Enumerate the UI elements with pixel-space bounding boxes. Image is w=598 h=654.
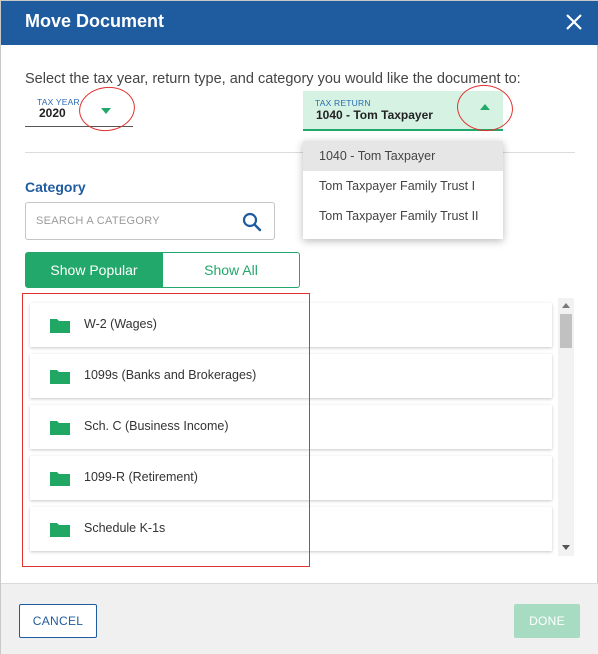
category-search-box (25, 202, 275, 240)
list-item[interactable]: 1099s (Banks and Brokerages) (30, 354, 552, 398)
show-all-button[interactable]: Show All (163, 252, 300, 288)
list-scrollbar[interactable] (558, 298, 574, 556)
category-heading: Category (25, 179, 86, 195)
tax-return-label: TAX RETURN (315, 98, 371, 108)
list-item-label: Schedule K-1s (84, 521, 166, 535)
chevron-down-icon[interactable] (101, 108, 111, 114)
list-item-label: W-2 (Wages) (84, 317, 157, 331)
list-item[interactable]: Sch. C (Business Income) (30, 405, 552, 449)
category-search-input[interactable] (36, 211, 236, 231)
chevron-up-icon[interactable] (480, 104, 490, 110)
folder-icon (50, 368, 70, 384)
dropdown-option[interactable]: 1040 - Tom Taxpayer (303, 141, 503, 171)
list-item-label: Sch. C (Business Income) (84, 419, 229, 433)
list-item[interactable]: W-2 (Wages) (30, 303, 552, 347)
category-list: W-2 (Wages) 1099s (Banks and Brokerages)… (25, 298, 577, 556)
folder-icon (50, 470, 70, 486)
instructions-text: Select the tax year, return type, and ca… (25, 71, 521, 87)
scroll-thumb[interactable] (560, 314, 572, 348)
dialog-footer: CANCEL DONE (1, 583, 598, 654)
cancel-button[interactable]: CANCEL (19, 604, 97, 638)
move-document-dialog: Move Document Select the tax year, retur… (0, 0, 598, 654)
tax-year-value: 2020 (39, 106, 66, 120)
folder-icon (50, 521, 70, 537)
tax-return-dropdown: 1040 - Tom Taxpayer Tom Taxpayer Family … (303, 141, 503, 239)
folder-icon (50, 317, 70, 333)
show-popular-button[interactable]: Show Popular (25, 252, 163, 288)
list-item[interactable]: 1099-R (Retirement) (30, 456, 552, 500)
folder-icon (50, 419, 70, 435)
dropdown-option[interactable]: Tom Taxpayer Family Trust I (303, 171, 503, 201)
scroll-down-arrow-icon[interactable] (562, 545, 570, 550)
dropdown-option[interactable]: Tom Taxpayer Family Trust II (303, 201, 503, 231)
dialog-header: Move Document (1, 1, 598, 45)
search-icon[interactable] (242, 212, 262, 232)
list-item-label: 1099s (Banks and Brokerages) (84, 368, 257, 382)
list-item-label: 1099-R (Retirement) (84, 470, 198, 484)
close-icon[interactable] (563, 11, 585, 33)
category-filter-toggle: Show Popular Show All (25, 252, 300, 288)
tax-year-select[interactable]: TAX YEAR 2020 (25, 97, 133, 127)
tax-return-value: 1040 - Tom Taxpayer (316, 108, 433, 122)
scroll-up-arrow-icon[interactable] (562, 303, 570, 308)
dialog-title: Move Document (25, 11, 165, 31)
tax-return-select[interactable]: TAX RETURN 1040 - Tom Taxpayer (303, 91, 503, 131)
list-item[interactable]: Schedule K-1s (30, 507, 552, 551)
done-button[interactable]: DONE (514, 604, 580, 638)
